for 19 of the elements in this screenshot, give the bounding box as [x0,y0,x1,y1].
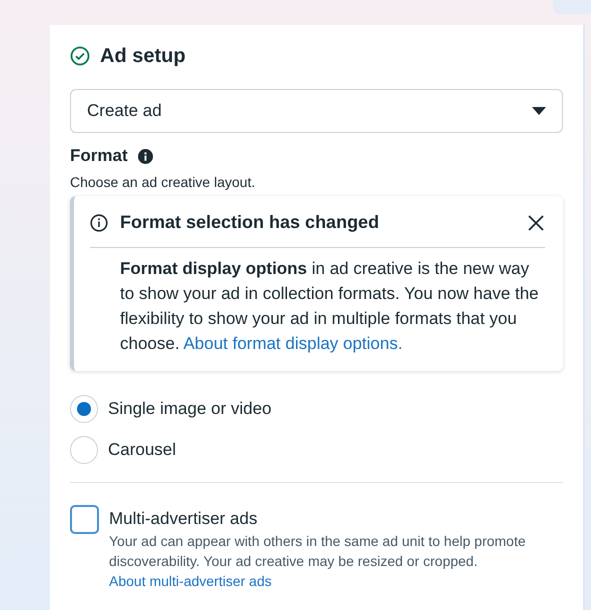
format-hint: Choose an ad creative layout. [70,174,256,190]
info-icon[interactable] [138,148,153,164]
radio-button[interactable] [70,436,98,464]
notice-title: Format selection has changed [120,212,380,233]
caret-icon [532,107,546,115]
ad-type-dropdown[interactable]: Create ad [70,89,563,133]
checkbox[interactable] [70,505,99,534]
radio-button[interactable] [70,395,98,423]
notice-text: Format display options in ad creative is the new way to show your ad in collection formats. You now have the flexibility to show your ad in multiple formats that you choose. About format display options. [120,258,540,355]
checkbox-description: Your ad can appear with others in the same ad unit to help promote discoverability. Your ad creative may be resized or cropped. About multi-advertiser ads [109,532,527,591]
radio-label: Single image or video [108,399,272,419]
info-outline-icon [90,214,108,232]
radio-label: Carousel [108,440,176,460]
multi-advertiser-link[interactable]: About multi-advertiser ads [109,573,272,589]
section-title: Ad setup [100,44,186,68]
format-label: Format [70,146,128,166]
format-options-link[interactable]: About format display options. [183,334,403,353]
close-icon[interactable] [527,214,545,232]
checkbox-label: Multi-advertiser ads [109,509,258,529]
